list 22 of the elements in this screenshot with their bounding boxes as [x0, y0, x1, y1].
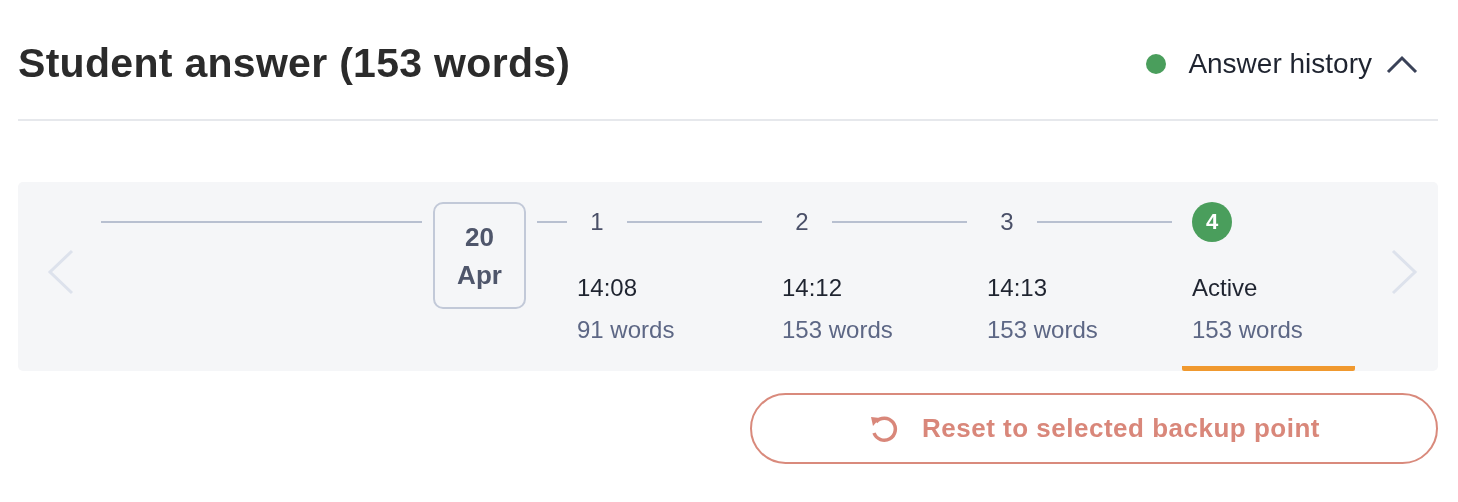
- backup-point[interactable]: 2 14:12 153 words: [772, 202, 977, 371]
- word-count: 91 words: [577, 315, 676, 345]
- backup-point[interactable]: 3 14:13 153 words: [977, 202, 1182, 371]
- backup-point[interactable]: 4 Active 153 words: [1182, 202, 1355, 371]
- date-day: 20: [465, 221, 494, 252]
- section-title: Student answer (153 words): [18, 40, 571, 87]
- word-count: 153 words: [782, 315, 894, 345]
- date-month: Apr: [457, 259, 502, 290]
- chevron-right-icon: [1391, 249, 1419, 295]
- chevron-left-icon: [45, 249, 74, 295]
- backup-time: Active: [1192, 273, 1259, 303]
- step-number: 3: [999, 207, 1015, 237]
- step-number-badge: 4: [1192, 202, 1232, 242]
- backup-time: 14:13: [987, 273, 1049, 303]
- backup-point[interactable]: 1 14:08 91 words: [567, 202, 772, 371]
- step-number: 2: [794, 207, 810, 237]
- answer-history-toggle[interactable]: Answer history: [1188, 47, 1418, 80]
- backup-time: 14:08: [577, 273, 639, 303]
- word-count: 153 words: [1192, 315, 1304, 345]
- backup-time: 14:12: [782, 273, 844, 303]
- step-number: 1: [589, 207, 605, 237]
- word-count: 153 words: [987, 315, 1099, 345]
